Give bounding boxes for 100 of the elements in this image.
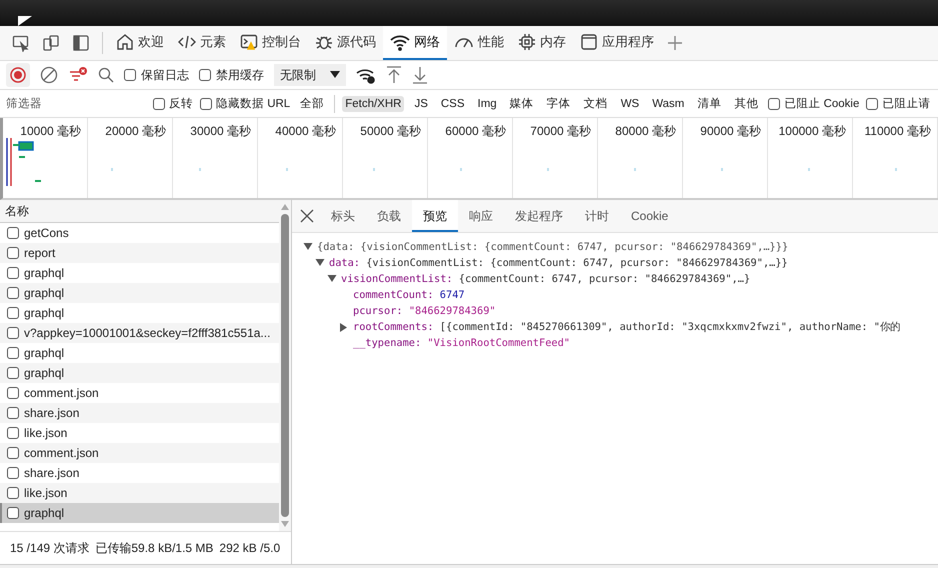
type-filter[interactable]: 字体 — [544, 94, 574, 113]
checkbox[interactable] — [7, 507, 19, 519]
type-filter[interactable]: 媒体 — [506, 94, 537, 113]
type-filter[interactable]: Fetch/XHR — [342, 96, 404, 112]
request-row[interactable]: graphql — [0, 503, 279, 523]
scroll-up-icon — [281, 204, 289, 210]
wifi-icon — [390, 33, 410, 51]
preview-line[interactable]: rootComments: [{commentId: "845270661309", authorId: "3xqcmxkxmv2fwzi", authorName: "你的 — [353, 320, 900, 334]
type-filter[interactable]: CSS — [438, 96, 468, 112]
checkbox[interactable] — [7, 407, 19, 419]
checkbox[interactable] — [199, 69, 211, 81]
request-row[interactable]: comment.json — [0, 443, 279, 463]
checkbox[interactable] — [7, 307, 19, 319]
type-filter[interactable]: JS — [411, 96, 431, 112]
download-icon — [412, 66, 428, 84]
devtools-tab[interactable]: 内存 — [511, 26, 573, 60]
type-filter[interactable]: WS — [618, 96, 642, 112]
preview-line[interactable]: visionCommentList: {commentCount: 6747, pcursor: "846629784369",…} — [341, 273, 750, 285]
request-row[interactable]: share.json — [0, 463, 279, 483]
time-tick: 40000 毫秒 — [275, 123, 336, 138]
preview-line[interactable]: data: {visionCommentList: {commentCount: 6747, pcursor: "846629784369",…}} — [329, 257, 788, 269]
time-tick: 10000 毫秒 — [20, 123, 81, 138]
devtools-tab[interactable]: 性能 — [447, 26, 511, 60]
device-icon — [42, 34, 60, 52]
request-row[interactable]: comment.json — [0, 383, 279, 403]
time-tick: 110000 毫秒 — [864, 123, 931, 138]
time-tick: 70000 毫秒 — [530, 123, 591, 138]
detail-tab[interactable]: Cookie — [620, 200, 680, 232]
checkbox[interactable] — [7, 267, 19, 279]
devtools-tab[interactable]: 网络 — [383, 26, 447, 60]
preview-line: pcursor: "846629784369" — [353, 305, 496, 317]
type-filter[interactable]: 清单 — [694, 94, 724, 113]
checkbox[interactable] — [7, 367, 19, 379]
caret-icon — [330, 71, 340, 79]
house-icon — [116, 33, 134, 51]
scrollbar[interactable] — [279, 200, 291, 531]
devtools-tab[interactable]: 应用程序 — [573, 26, 661, 60]
devtools-tab[interactable]: 欢迎 — [109, 26, 171, 60]
time-tick: 50000 毫秒 — [360, 123, 421, 138]
preview-line[interactable]: {data: {visionCommentList: {commentCount: 6747, pcursor: "846629784369",…}}} — [317, 241, 788, 253]
clear-icon — [40, 66, 58, 84]
time-tick: 80000 毫秒 — [615, 123, 676, 138]
column-header[interactable]: 名称 — [0, 200, 279, 223]
checkbox[interactable] — [7, 227, 19, 239]
checkbox[interactable] — [153, 98, 165, 110]
record-icon — [10, 67, 26, 83]
add-icon — [667, 35, 683, 51]
checkbox[interactable] — [7, 447, 19, 459]
type-filter[interactable]: 其他 — [731, 94, 762, 113]
request-row[interactable]: report — [0, 243, 279, 263]
request-row[interactable]: v?appkey=10001001&seckey=f2fff381c551a... — [0, 323, 279, 343]
detail-tab[interactable]: 响应 — [458, 200, 504, 232]
detail-tab[interactable]: 预览 — [412, 200, 458, 232]
close-icon — [300, 209, 314, 223]
window-icon — [580, 33, 598, 51]
status-text: 15 /149 次请求 — [10, 540, 90, 556]
throttle-dropdown[interactable]: 无限制 — [274, 64, 346, 86]
detail-tab[interactable]: 计时 — [574, 200, 620, 232]
checkbox[interactable] — [768, 98, 780, 110]
checkbox[interactable] — [124, 69, 136, 81]
checkbox[interactable] — [7, 287, 19, 299]
type-filter[interactable]: 全部 — [297, 94, 328, 113]
request-row[interactable]: graphql — [0, 263, 279, 283]
type-filter[interactable]: Img — [474, 96, 500, 112]
checkbox-label: 已阻止请 — [882, 96, 930, 111]
request-row[interactable]: graphql — [0, 363, 279, 383]
request-row[interactable]: graphql — [0, 303, 279, 323]
type-filter[interactable]: 文档 — [580, 94, 611, 113]
preview-line: __typename: "VisionRootCommentFeed" — [353, 337, 570, 349]
detail-tab[interactable]: 发起程序 — [504, 200, 574, 232]
checkbox[interactable] — [7, 347, 19, 359]
devtools-tab[interactable]: 源代码 — [308, 26, 383, 60]
detail-tab[interactable]: 标头 — [320, 200, 366, 232]
type-filter[interactable]: Wasm — [649, 96, 688, 112]
upload-icon — [386, 66, 402, 84]
request-row[interactable]: share.json — [0, 403, 279, 423]
checkbox[interactable] — [7, 427, 19, 439]
filter-icon — [68, 66, 88, 84]
devtools-tab[interactable]: 元素 — [171, 26, 233, 60]
checkbox[interactable] — [7, 387, 19, 399]
checkbox[interactable] — [866, 98, 878, 110]
request-row[interactable]: graphql — [0, 343, 279, 363]
checkbox[interactable] — [7, 487, 19, 499]
checkbox[interactable] — [7, 327, 19, 339]
checkbox[interactable] — [7, 467, 19, 479]
chip-icon — [518, 33, 536, 51]
checkbox[interactable] — [200, 98, 212, 110]
checkbox-label: 保留日志 — [141, 66, 189, 84]
record-button[interactable] — [6, 63, 30, 87]
request-row[interactable]: getCons — [0, 223, 279, 243]
checkbox-label: 隐藏数据 URL — [216, 96, 290, 111]
status-text: 已传输59.8 kB/1.5 MB — [95, 540, 214, 556]
request-row[interactable]: like.json — [0, 483, 279, 503]
detail-tab[interactable]: 负载 — [366, 200, 412, 232]
checkbox-label: 已阻止 Cookie — [784, 96, 860, 111]
request-row[interactable]: graphql — [0, 283, 279, 303]
status-text: 292 kB /5.0 — [219, 541, 280, 555]
request-row[interactable]: like.json — [0, 423, 279, 443]
devtools-tab[interactable]: 控制台 — [233, 26, 308, 60]
checkbox[interactable] — [7, 247, 19, 259]
